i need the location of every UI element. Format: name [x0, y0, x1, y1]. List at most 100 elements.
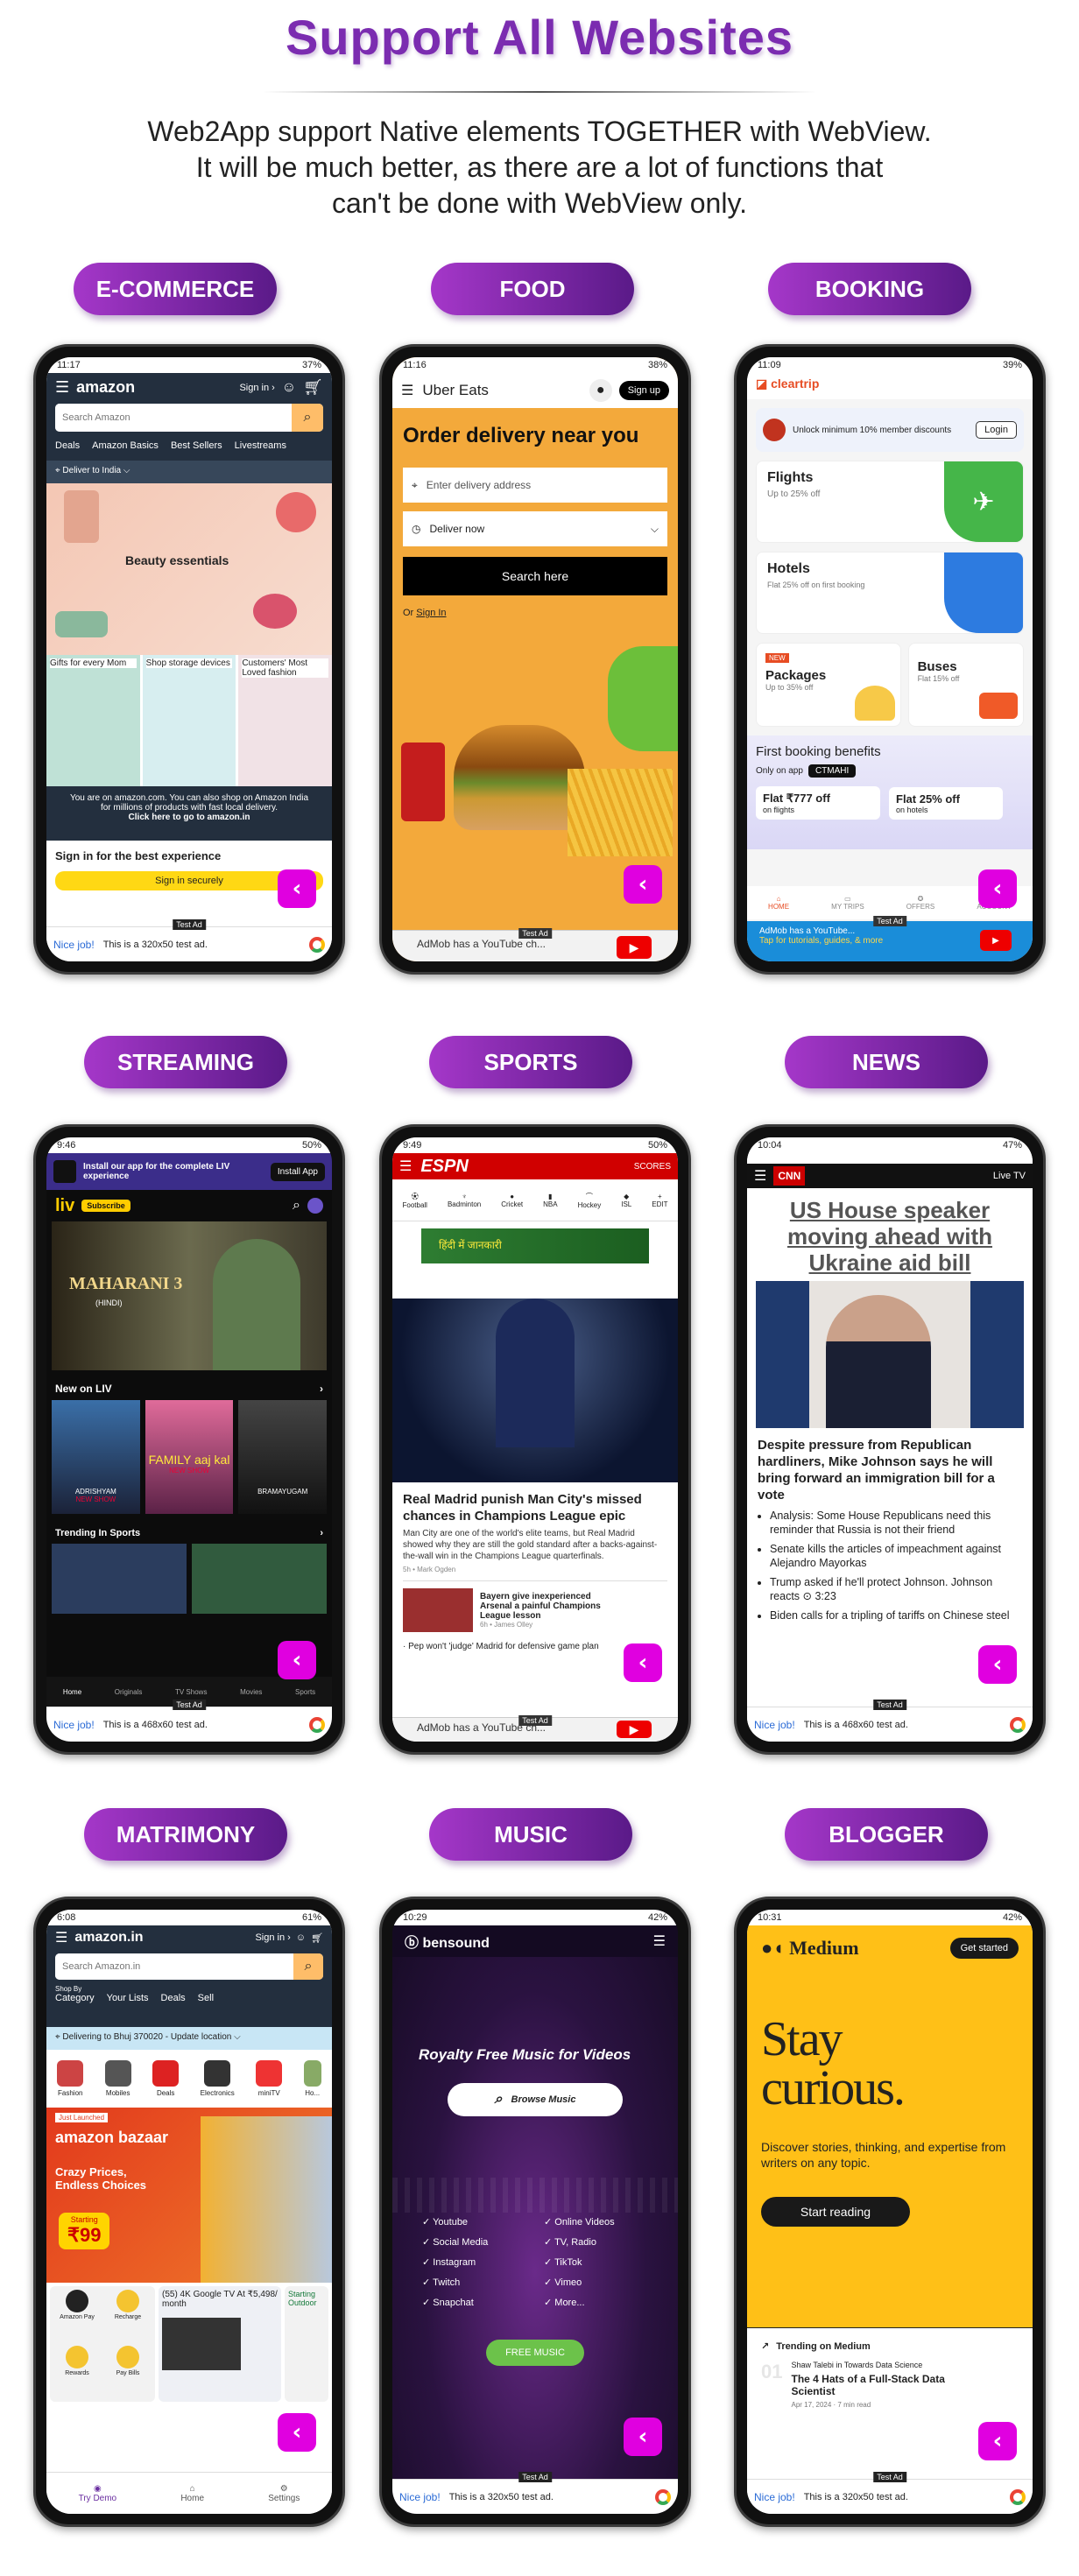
- sport-badminton[interactable]: ♆ Badminton: [448, 1193, 481, 1208]
- sport-nba[interactable]: ▮ NBA: [543, 1193, 557, 1208]
- chevron-right-icon[interactable]: ›: [320, 1528, 323, 1538]
- back-fab[interactable]: ‹: [978, 869, 1017, 908]
- search-input[interactable]: [55, 404, 292, 432]
- search-icon[interactable]: ⌕: [292, 404, 323, 432]
- amazon-pay[interactable]: Amazon Pay: [53, 2290, 101, 2342]
- nav-sell[interactable]: Sell: [198, 1993, 214, 2003]
- tv-tile[interactable]: (55) 4K Google TV At ₹5,498/ month: [159, 2286, 281, 2402]
- scores-link[interactable]: SCORES: [634, 1162, 671, 1172]
- story-row[interactable]: Bayern give inexperienced Arsenal a pain…: [403, 1580, 667, 1633]
- tab-originals[interactable]: Originals: [115, 1688, 143, 1696]
- menu-icon[interactable]: ☰: [401, 382, 413, 399]
- rewards[interactable]: Rewards: [53, 2346, 101, 2398]
- headline[interactable]: US House speaker moving ahead with Ukrai…: [747, 1188, 1033, 1281]
- tab-tv-shows[interactable]: TV Shows: [175, 1688, 207, 1696]
- deliver-to[interactable]: ⌖ Delivering to Bhuj 370020 - Update loc…: [46, 2027, 332, 2050]
- tab-home[interactable]: Home: [63, 1688, 81, 1696]
- headline[interactable]: Real Madrid punish Man City's missed cha…: [392, 1482, 678, 1528]
- sport-isl[interactable]: ◆ ISL: [621, 1193, 631, 1208]
- sport-hockey[interactable]: ⌒ Hockey: [578, 1192, 602, 1209]
- amazon-logo[interactable]: amazon: [76, 378, 135, 397]
- nav-deals[interactable]: Deals: [161, 1993, 186, 2003]
- search-icon[interactable]: ⌕: [293, 1953, 323, 1980]
- cnn-logo[interactable]: CNN: [773, 1166, 806, 1186]
- deliver-to[interactable]: ⌖ Deliver to India ⌵: [46, 461, 332, 483]
- notice-link[interactable]: Click here to go to amazon.in: [64, 813, 314, 822]
- tab-home[interactable]: ⌂ Home: [180, 2484, 204, 2503]
- trending-item[interactable]: 01 Shaw Talebi in Towards Data Science T…: [747, 2357, 1033, 2412]
- menu-icon[interactable]: ☰: [653, 1932, 666, 1950]
- benefits-banner[interactable]: First booking benefits Only on app CTMAHI…: [747, 735, 1033, 849]
- install-app-button[interactable]: Install App: [270, 1162, 325, 1181]
- subhead[interactable]: Despite pressure from Republican hardlin…: [747, 1428, 1033, 1509]
- ad-banner[interactable]: Test Ad AdMob has a YouTube ch... ▶: [392, 1715, 678, 1742]
- offer-flights[interactable]: Flat ₹777 off on flights: [756, 786, 880, 820]
- login-button[interactable]: Login: [976, 421, 1017, 439]
- tab-home[interactable]: ⌂ HOME: [768, 895, 789, 911]
- back-fab[interactable]: ‹: [978, 1645, 1017, 1684]
- cat-home[interactable]: Ho...: [303, 2060, 321, 2097]
- cat-electronics[interactable]: Electronics: [201, 2060, 235, 2097]
- amazon-logo[interactable]: amazon.in: [74, 1930, 143, 1946]
- user-icon[interactable]: ☺: [296, 1932, 306, 1943]
- chevron-right-icon[interactable]: ›: [320, 1383, 323, 1395]
- sports-thumb[interactable]: [52, 1544, 187, 1614]
- hero-banner[interactable]: MAHARANI 3 (HINDI): [52, 1221, 327, 1370]
- back-fab[interactable]: ‹: [624, 865, 662, 904]
- pay-tile[interactable]: Amazon Pay Recharge Rewards Pay Bills: [50, 2286, 155, 2402]
- espn-logo[interactable]: ESPN: [420, 1157, 468, 1177]
- tile-fashion[interactable]: Customers' Most Loved fashion: [238, 655, 332, 786]
- user-icon[interactable]: ☺: [282, 380, 296, 396]
- search-input[interactable]: [55, 1953, 293, 1980]
- signup-button[interactable]: Sign up: [618, 381, 669, 400]
- search-here-button[interactable]: Search here: [403, 557, 667, 595]
- liv-logo[interactable]: liv: [55, 1196, 74, 1216]
- ad-hindi-banner[interactable]: हिंदी में जानकारी: [421, 1228, 649, 1263]
- ad-banner[interactable]: Test Ad Nice job! This is a 320x50 test ad…: [392, 2472, 678, 2514]
- recharge[interactable]: Recharge: [104, 2290, 152, 2342]
- bazaar-banner[interactable]: Just Launched amazon bazaar Crazy Prices…: [46, 2108, 332, 2283]
- hero-photo[interactable]: [392, 1299, 678, 1482]
- nav-your-lists[interactable]: Your Lists: [107, 1993, 149, 2003]
- live-tv-link[interactable]: Live TV: [993, 1171, 1026, 1181]
- cat-mobiles[interactable]: Mobiles: [104, 2060, 131, 2097]
- back-fab[interactable]: ‹: [278, 2413, 316, 2452]
- packages-card[interactable]: NEW Packages Up to 35% off: [756, 643, 901, 727]
- profile-icon[interactable]: [307, 1198, 323, 1214]
- tile-gifts[interactable]: Gifts for every Mom: [46, 655, 140, 786]
- start-reading-button[interactable]: Start reading: [761, 2197, 910, 2227]
- deliver-time-select[interactable]: ◷ Deliver now ⌵: [403, 511, 667, 546]
- back-fab[interactable]: ‹: [624, 2418, 662, 2456]
- bullet-item[interactable]: Analysis: Some House Republicans need th…: [770, 1509, 1022, 1537]
- poster-adrishyam[interactable]: ADRISHYAM NEW SHOW: [52, 1400, 140, 1514]
- bensound-logo[interactable]: ⓑ bensound: [405, 1931, 490, 1952]
- tab-try-demo[interactable]: ◉ Try Demo: [79, 2484, 117, 2503]
- signin-link[interactable]: Sign In: [416, 608, 446, 618]
- cleartrip-logo[interactable]: ◪ cleartrip: [747, 373, 1033, 399]
- back-fab[interactable]: ‹: [278, 869, 316, 908]
- beauty-banner[interactable]: Beauty essentials: [46, 483, 332, 655]
- sign-in-link[interactable]: Sign in ›: [239, 383, 274, 393]
- tile-storage[interactable]: Shop storage devices: [142, 655, 236, 786]
- nav-amazon-basics[interactable]: Amazon Basics: [92, 440, 159, 451]
- ad-banner[interactable]: Test Ad AdMob has a YouTube... Tap for t…: [747, 916, 1033, 961]
- medium-logo[interactable]: ●◖ Medium: [761, 1937, 859, 1960]
- menu-icon[interactable]: ☰: [55, 1929, 67, 1946]
- news-photo[interactable]: [756, 1281, 1024, 1428]
- sports-thumb[interactable]: [192, 1544, 327, 1614]
- pay-bills[interactable]: Pay Bills: [104, 2346, 152, 2398]
- sport-edit[interactable]: + EDIT: [652, 1193, 667, 1208]
- flights-card[interactable]: Flights Up to 25% off ✈: [756, 461, 1024, 543]
- cat-fashion[interactable]: Fashion: [57, 2060, 84, 2097]
- poster-family[interactable]: FAMILY aaj kal NEW SHOW: [145, 1400, 234, 1514]
- tab-sports[interactable]: Sports: [295, 1688, 315, 1696]
- address-field[interactable]: ⌖ Enter delivery address: [403, 468, 667, 503]
- nav-best-sellers[interactable]: Best Sellers: [171, 440, 222, 451]
- sign-in-link[interactable]: Sign in ›: [255, 1932, 290, 1943]
- nav-livestreams[interactable]: Livestreams: [235, 440, 286, 451]
- bullet-item[interactable]: Biden calls for a tripling of tariffs on…: [770, 1608, 1022, 1622]
- menu-icon[interactable]: ☰: [754, 1167, 766, 1185]
- menu-icon[interactable]: ☰: [399, 1158, 412, 1175]
- back-fab[interactable]: ‹: [978, 2422, 1017, 2460]
- buses-card[interactable]: Buses Flat 15% off: [907, 643, 1024, 727]
